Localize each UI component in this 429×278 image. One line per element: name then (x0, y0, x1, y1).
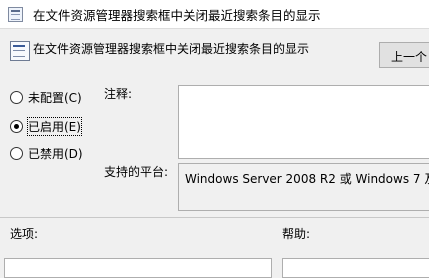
radio-button[interactable] (10, 91, 23, 104)
window-title: 在文件资源管理器搜索框中关闭最近搜索条目的显示 (33, 8, 321, 23)
policy-settings-icon (8, 7, 23, 22)
title-bar: 在文件资源管理器搜索框中关闭最近搜索条目的显示 (0, 0, 429, 29)
supported-platforms-field[interactable]: Windows Server 2008 R2 或 Windows 7 及以上版本 (178, 163, 429, 211)
radio-label: 已启用(E) (27, 117, 82, 136)
options-label: 选项: (10, 227, 39, 241)
policy-title: 在文件资源管理器搜索框中关闭最近搜索条目的显示 (33, 42, 310, 56)
help-panel[interactable] (282, 258, 429, 278)
radio-label: 已禁用(D) (28, 147, 83, 161)
comment-textarea[interactable] (178, 85, 429, 159)
help-label: 帮助: (282, 227, 311, 241)
radio-label: 未配置(C) (28, 91, 82, 105)
comment-label: 注释: (104, 87, 133, 101)
policy-settings-icon (10, 41, 30, 61)
previous-setting-button[interactable]: 上一个 (379, 42, 429, 68)
divider (0, 217, 429, 218)
radio-button[interactable] (10, 147, 23, 160)
supported-platforms-label: 支持的平台: (104, 165, 169, 179)
options-panel[interactable] (4, 258, 272, 278)
radio-button[interactable] (10, 120, 23, 133)
